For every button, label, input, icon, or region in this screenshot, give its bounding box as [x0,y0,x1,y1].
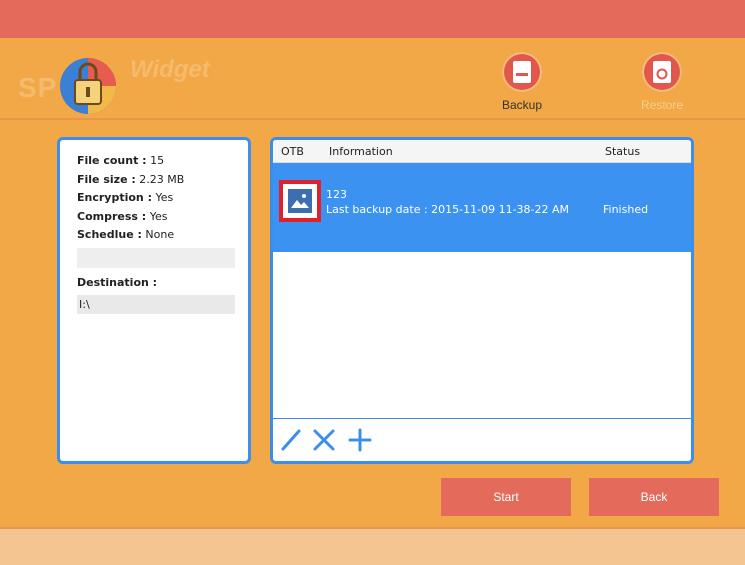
column-header-status: Status [605,145,641,158]
footer-bar [0,527,745,565]
backup-status: Finished [603,203,649,216]
schedule-value: None [145,228,175,241]
app-logo: SP Widget [18,52,228,118]
add-icon[interactable] [347,427,373,453]
delete-icon[interactable] [311,427,337,453]
logo-prefix: SP [18,72,58,103]
edit-icon[interactable] [279,427,305,453]
image-icon[interactable] [279,180,321,222]
compress-row: Compress : Yes [77,208,248,227]
file-size-key: File size : [77,172,136,186]
compress-key: Compress : [77,209,147,223]
column-header-otb: OTB [281,145,304,158]
file-size-value: 2.23 MB [139,172,185,186]
schedule-row: Schedlue : None [77,226,248,245]
compress-value: Yes [149,209,168,223]
app-window: SP Widget Backup Restore File count: 15… [0,0,745,565]
backup-label: Backup [501,98,543,112]
backup-detail: Last backup date : 2015-11-09 11-38-22 A… [326,203,570,216]
backup-info-panel: File count : 15 File size : 2.23 MB Encr… [57,137,251,464]
encryption-key: Encryption : [77,191,152,204]
encryption-value: Yes [155,191,174,204]
encryption-row: Encryption : Yes [77,189,248,208]
backup-list-panel: OTB Information Status 123 Last backup d… [270,137,694,464]
backup-name: 123 [326,188,347,201]
file-count-row: File count : 15 [77,152,248,171]
file-count-value: 15 [150,154,165,167]
title-bar [0,0,745,38]
logo-suffix: Widget [130,56,210,83]
back-button[interactable]: Back [589,478,719,516]
file-size-row: File size : 2.23 MB [77,171,248,190]
header-divider [0,118,745,120]
start-button[interactable]: Start [441,478,571,516]
backup-nav-button[interactable]: Backup [487,52,557,112]
schedule-key: Schedlue : [77,228,142,241]
restore-label: Restore [640,98,684,112]
table-header: OTB Information Status [273,140,691,163]
schedule-detail-box [77,247,235,268]
table-row[interactable]: 123 Last backup date : 2015-11-09 11-38-… [273,163,691,252]
column-header-information: Information [329,145,393,158]
restore-icon [642,52,682,92]
destination-label: Destination : [77,275,158,289]
list-toolbar [273,418,691,461]
destination-value: I:\ [77,294,235,314]
lock-icon [60,58,116,114]
file-count-key: File count : [77,154,147,167]
backup-icon [502,52,542,92]
restore-nav-button[interactable]: Restore [627,52,697,112]
